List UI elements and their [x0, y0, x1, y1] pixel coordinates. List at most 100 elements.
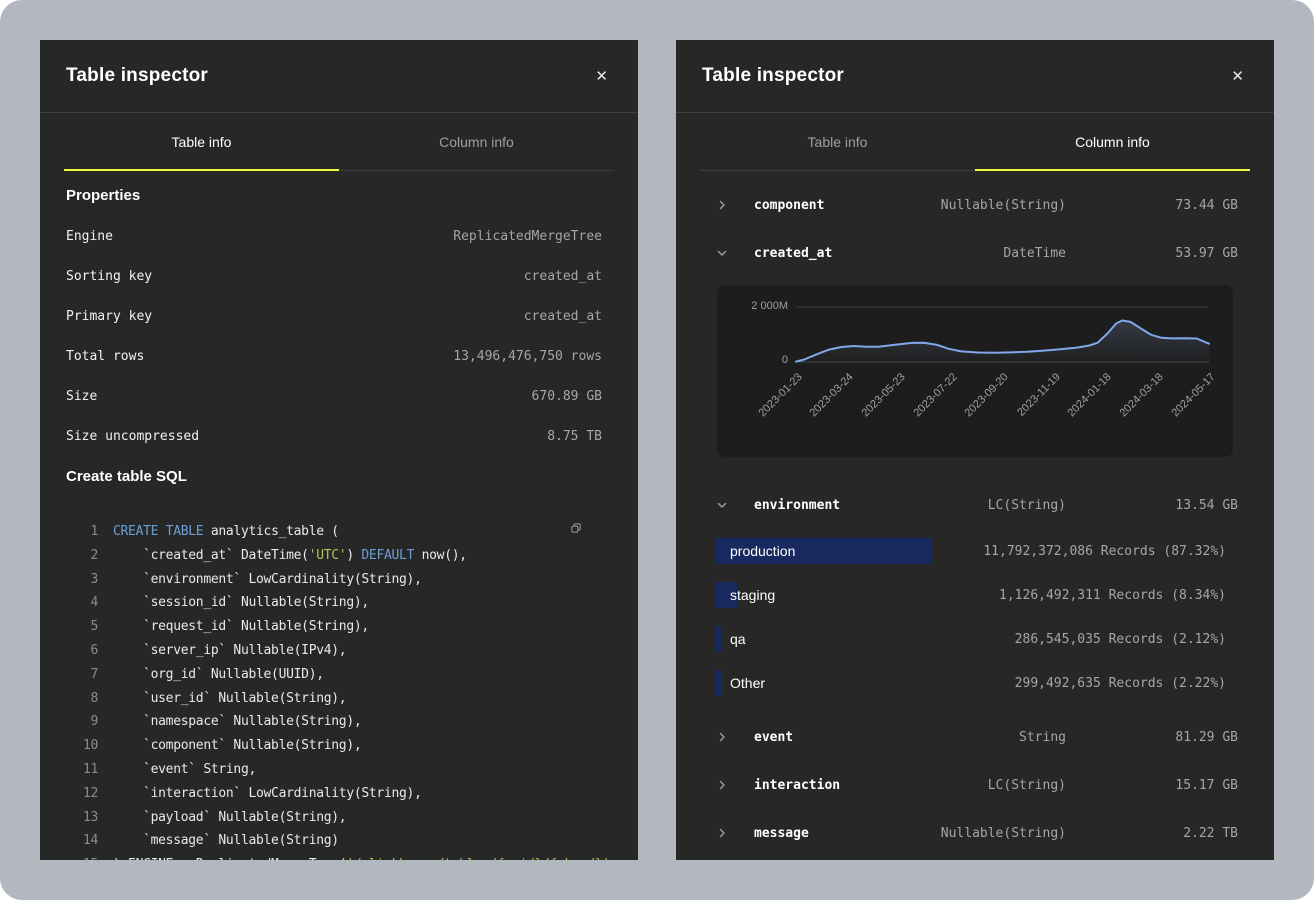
- value-label: Other: [730, 661, 765, 705]
- column-type: LC(String): [988, 498, 1066, 513]
- tab-column-info[interactable]: Column info: [339, 113, 614, 170]
- property-value: 13,496,476,750 rows: [453, 349, 602, 364]
- environment-value-row: production 11,792,372,086 Records (87.32…: [676, 529, 1274, 573]
- column-type: Nullable(String): [941, 198, 1066, 213]
- close-icon[interactable]: ✕: [591, 65, 612, 88]
- column-size: 73.44 GB: [1175, 198, 1238, 213]
- panel-header: Table inspector ✕: [40, 40, 638, 113]
- column-name: event: [754, 730, 1019, 745]
- code-segment: DEFAULT: [361, 548, 414, 563]
- line-number: 4: [66, 591, 98, 615]
- table-inspector-panel-table-info: Table inspector ✕ Table info Column info…: [40, 40, 638, 860]
- column-type: LC(String): [988, 778, 1066, 793]
- code-line: 8 `user_id` Nullable(String),: [66, 687, 602, 711]
- column-size: 13.54 GB: [1175, 498, 1238, 513]
- chevron-right-icon[interactable]: [716, 827, 754, 839]
- code-segment: `component` Nullable(String),: [113, 738, 361, 753]
- column-name: message: [754, 826, 941, 841]
- column-type: String: [1019, 730, 1066, 745]
- column-size: 2.22 TB: [1183, 826, 1238, 841]
- column-row-message[interactable]: message Nullable(String) 2.22 TB: [676, 809, 1274, 857]
- value-records: 11,792,372,086 Records (87.32%): [983, 544, 1226, 559]
- table-inspector-panel-column-info: Table inspector ✕ Table info Column info…: [676, 40, 1274, 860]
- tab-table-info[interactable]: Table info: [64, 113, 339, 170]
- code-line: 1CREATE TABLE analytics_table (: [66, 520, 602, 544]
- line-number: 12: [66, 782, 98, 806]
- property-row: Size uncompressed 8.75 TB: [66, 416, 602, 456]
- value-records: 286,545,035 Records (2.12%): [1015, 632, 1226, 647]
- property-label: Sorting key: [66, 269, 152, 284]
- property-row: Primary keycreated_at: [66, 296, 602, 336]
- chevron-right-icon[interactable]: [716, 199, 754, 211]
- chevron-down-icon[interactable]: [716, 499, 754, 511]
- tab-column-info[interactable]: Column info: [975, 113, 1250, 170]
- panel-title: Table inspector: [702, 65, 844, 87]
- properties-list: EngineReplicatedMergeTree Sorting key cre…: [66, 216, 602, 456]
- value-label: staging: [730, 573, 775, 617]
- property-label: Size uncompressed: [66, 429, 199, 444]
- value-label: qa: [730, 617, 746, 661]
- chevron-down-icon[interactable]: [716, 247, 754, 259]
- code-segment: `org_id` Nullable(UUID),: [113, 667, 324, 682]
- code-segment: `session_id` Nullable(String),: [113, 595, 369, 610]
- column-row-environment[interactable]: environment LC(String) 13.54 GB: [676, 481, 1274, 529]
- code-line: 7 `org_id` Nullable(UUID),: [66, 663, 602, 687]
- code-line: 9 `namespace` Nullable(String),: [66, 710, 602, 734]
- environment-value-row: staging 1,126,492,311 Records (8.34%): [676, 573, 1274, 617]
- code-line: 4 `session_id` Nullable(String),: [66, 591, 602, 615]
- value-label: production: [730, 529, 795, 573]
- column-row-created-at[interactable]: created_at DateTime 53.97 GB: [676, 229, 1274, 277]
- column-type: DateTime: [1003, 246, 1066, 261]
- line-number: 8: [66, 687, 98, 711]
- code-line: 6 `server_ip` Nullable(IPv4),: [66, 639, 602, 663]
- y-axis-tick-label: 2 000M: [751, 300, 788, 312]
- environment-value-list: production 11,792,372,086 Records (87.32…: [676, 529, 1274, 705]
- column-row-event[interactable]: event String 81.29 GB: [676, 713, 1274, 761]
- value-histogram-bar: [716, 626, 721, 652]
- code-segment: '/clickhouse/tables/{uuid}/{shard}': [346, 857, 609, 860]
- chevron-right-icon[interactable]: [716, 731, 754, 743]
- y-axis-tick-label: 0: [782, 354, 788, 366]
- copy-icon[interactable]: [564, 516, 588, 540]
- line-number: 15: [66, 853, 98, 860]
- column-row-interaction[interactable]: interaction LC(String) 15.17 GB: [676, 761, 1274, 809]
- created-at-distribution-chart: 2 000M 0 2023-01-232023-03-242023-05-232…: [717, 285, 1233, 457]
- tab-bar: Table info Column info: [64, 113, 614, 171]
- environment-value-row: Other 299,492,635 Records (2.22%): [676, 661, 1274, 705]
- column-row-component[interactable]: component Nullable(String) 73.44 GB: [676, 181, 1274, 229]
- column-name: created_at: [754, 246, 1003, 261]
- column-name: interaction: [754, 778, 988, 793]
- code-segment: `message` Nullable(String): [113, 833, 339, 848]
- tab-bar: Table info Column info: [700, 113, 1250, 171]
- property-value: 8.75 TB: [547, 429, 602, 444]
- property-row: EngineReplicatedMergeTree: [66, 216, 602, 256]
- code-line: 5 `request_id` Nullable(String),: [66, 615, 602, 639]
- column-size: 81.29 GB: [1175, 730, 1238, 745]
- chevron-right-icon[interactable]: [716, 779, 754, 791]
- property-row: Size670.89 GB: [66, 376, 602, 416]
- line-number: 11: [66, 758, 98, 782]
- code-line: 14 `message` Nullable(String): [66, 829, 602, 853]
- line-number: 7: [66, 663, 98, 687]
- value-records: 299,492,635 Records (2.22%): [1015, 676, 1226, 691]
- tab-table-info[interactable]: Table info: [700, 113, 975, 170]
- line-number: 10: [66, 734, 98, 758]
- line-number: 6: [66, 639, 98, 663]
- line-number: 3: [66, 568, 98, 592]
- code-segment: `created_at` DateTime(: [113, 548, 309, 563]
- code-segment: CREATE TABLE: [113, 524, 211, 539]
- panel-header: Table inspector ✕: [676, 40, 1274, 113]
- property-value: created_at: [524, 309, 602, 324]
- close-icon[interactable]: ✕: [1227, 65, 1248, 88]
- line-number: 9: [66, 710, 98, 734]
- code-segment: `user_id` Nullable(String),: [113, 691, 346, 706]
- code-line: 3 `environment` LowCardinality(String),: [66, 568, 602, 592]
- panel-title: Table inspector: [66, 65, 208, 87]
- property-value: 670.89 GB: [532, 389, 602, 404]
- code-segment: `environment` LowCardinality(String),: [113, 572, 422, 587]
- code-line: 2 `created_at` DateTime('UTC') DEFAULT n…: [66, 544, 602, 568]
- code-segment: `event` String,: [113, 762, 256, 777]
- property-label: Total rows: [66, 349, 144, 364]
- line-number: 5: [66, 615, 98, 639]
- line-number: 13: [66, 806, 98, 830]
